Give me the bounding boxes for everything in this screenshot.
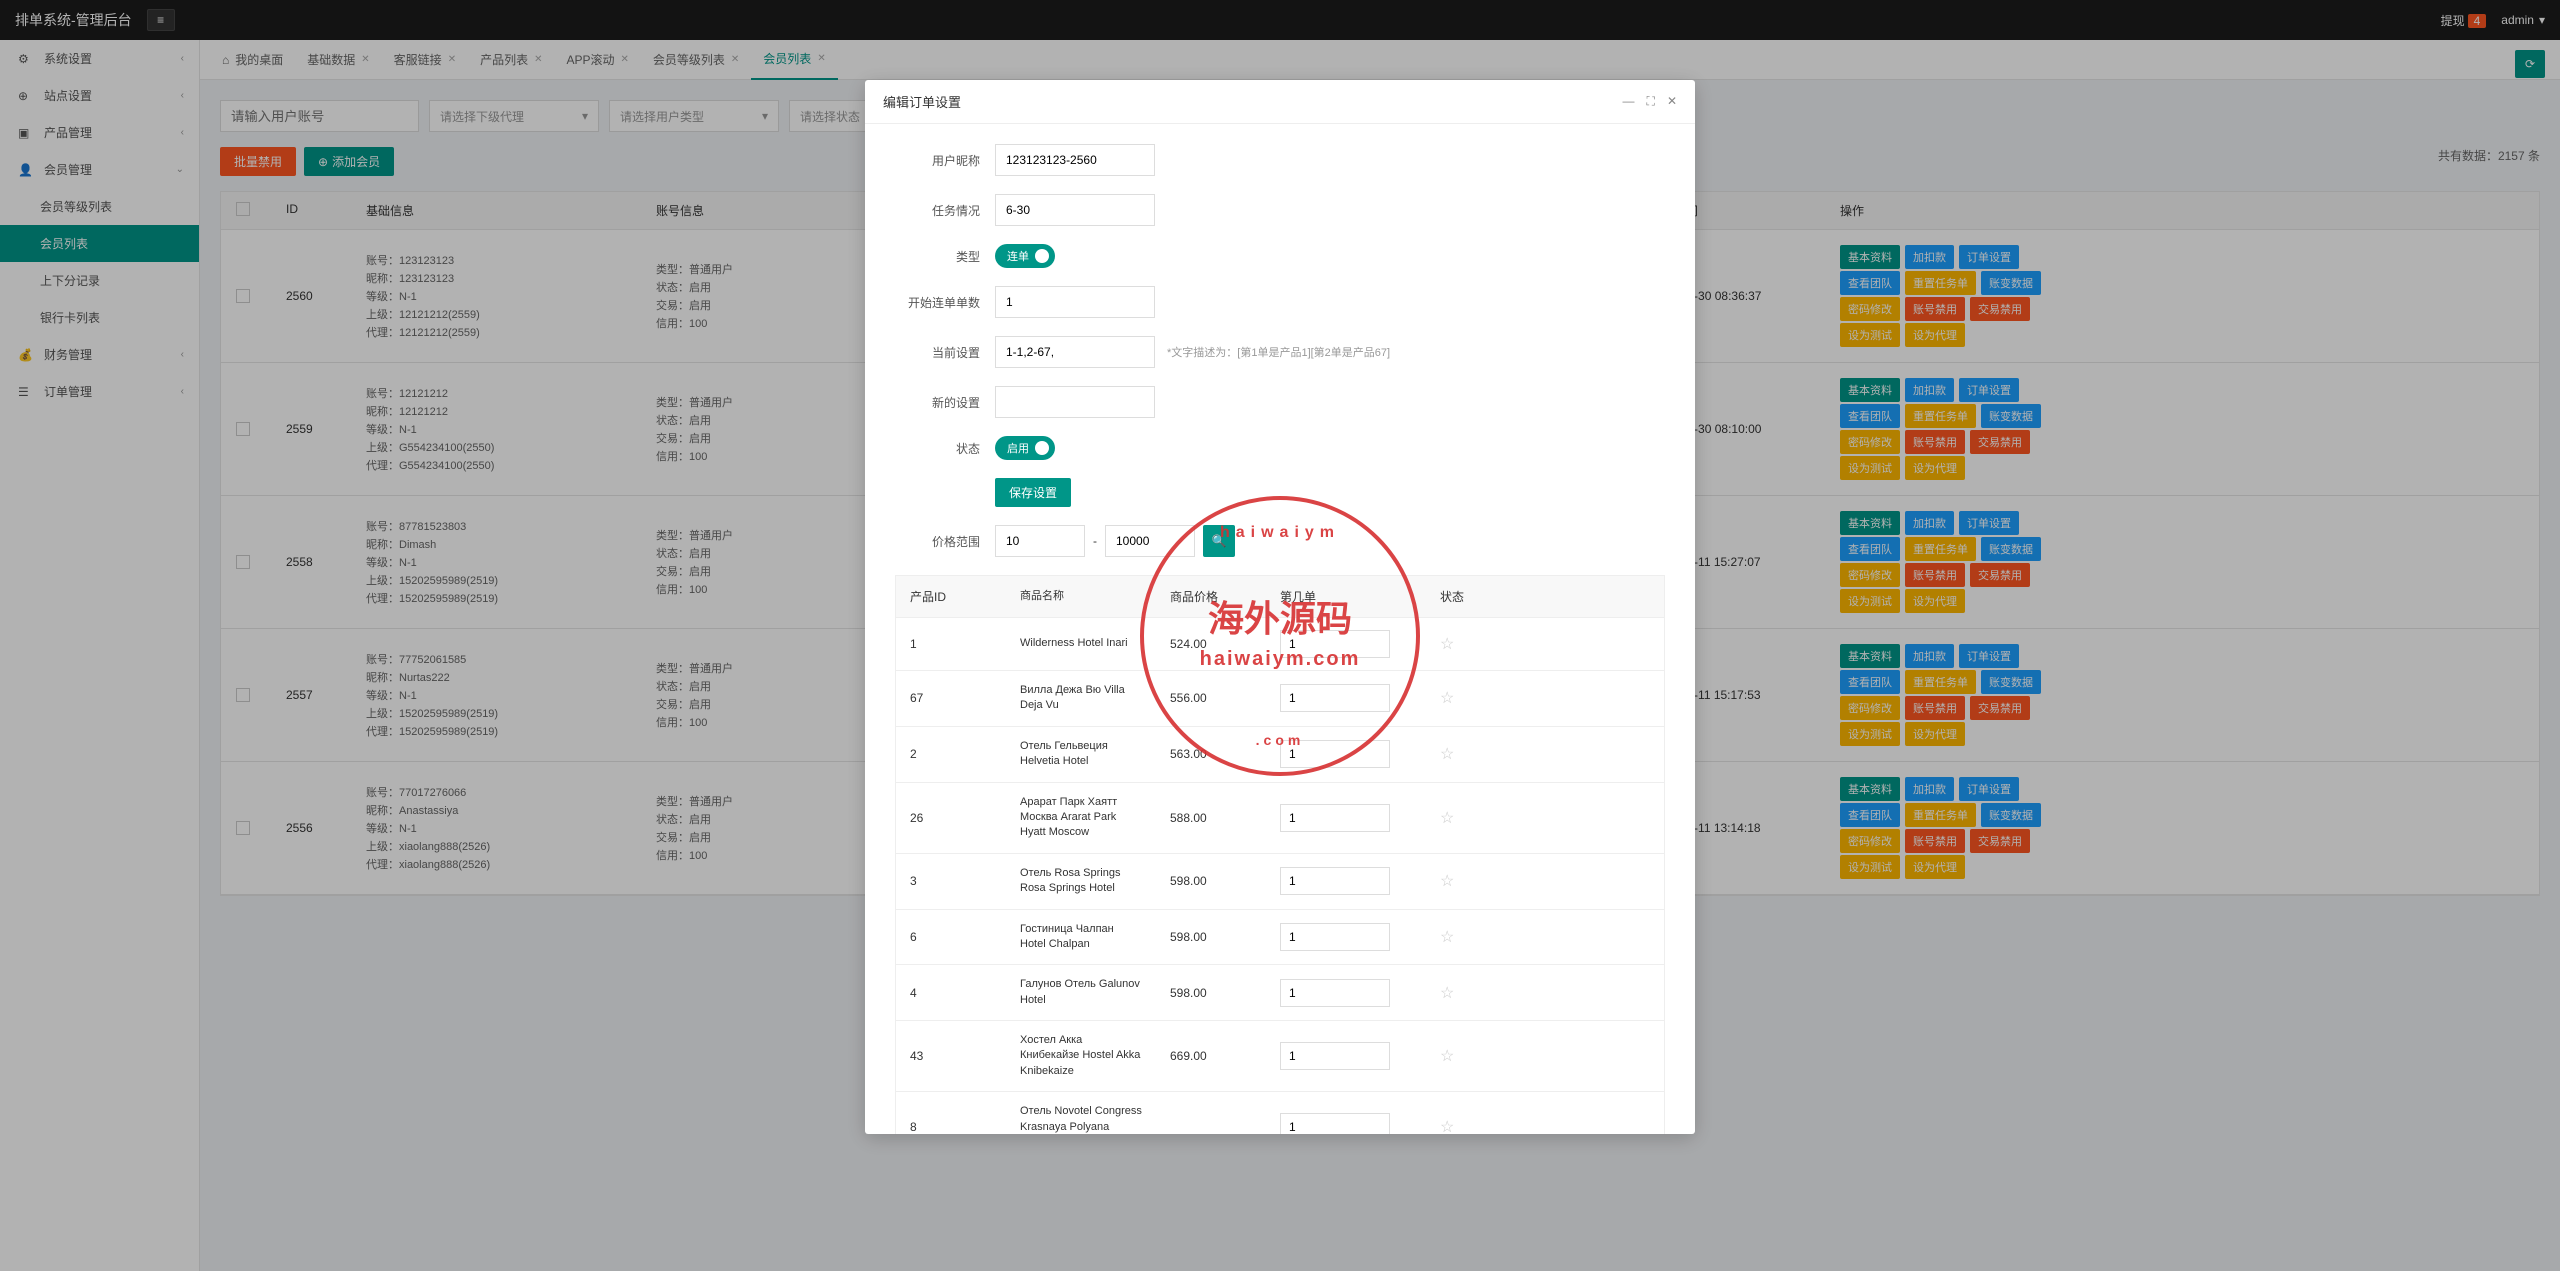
order-number-input[interactable] [1280, 804, 1390, 832]
star-icon[interactable]: ☆ [1440, 1046, 1454, 1066]
cell-product-name: Отель Гельвеция Helvetia Hotel [1006, 727, 1156, 782]
cell-product-name: Отель Novotel Congress Krasnaya Polyana … [1006, 1092, 1156, 1134]
order-number-input[interactable] [1280, 923, 1390, 951]
search-icon: 🔍 [1212, 534, 1227, 548]
cell-product-price: 588.00 [1156, 783, 1266, 853]
star-icon[interactable]: ☆ [1440, 688, 1454, 708]
star-icon[interactable]: ☆ [1440, 1117, 1454, 1134]
product-table: 产品ID 商品名称 商品价格 第几单 状态 1 Wilderness Hotel… [895, 575, 1665, 1134]
cell-product-id: 2 [896, 727, 1006, 782]
cell-product-name: Арарат Парк Хаятт Москва Ararat Park Hya… [1006, 783, 1156, 853]
order-number-input[interactable] [1280, 867, 1390, 895]
order-number-input[interactable] [1280, 1113, 1390, 1134]
cell-product-price [1156, 1092, 1266, 1134]
price-min-input[interactable] [995, 525, 1085, 557]
current-setting-input[interactable] [995, 336, 1155, 368]
maximize-button[interactable]: ⛶ [1647, 94, 1655, 109]
cell-product-name: Гостиница Чалпан Hotel Chalpan [1006, 910, 1156, 965]
cell-product-id: 4 [896, 965, 1006, 1020]
save-button[interactable]: 保存设置 [995, 478, 1071, 507]
cell-product-id: 6 [896, 910, 1006, 965]
cell-product-name: Галунов Отель Galunov Hotel [1006, 965, 1156, 1020]
cell-product-name: Хостел Акка Книбекайзе Hostel Akka Knibe… [1006, 1021, 1156, 1091]
product-row: 3 Отель Rosa Springs Rosa Springs Hotel … [896, 853, 1664, 909]
product-row: 2 Отель Гельвеция Helvetia Hotel 563.00 … [896, 726, 1664, 782]
star-icon[interactable]: ☆ [1440, 927, 1454, 947]
user-nickname-input[interactable] [995, 144, 1155, 176]
order-number-input[interactable] [1280, 684, 1390, 712]
cell-product-id: 67 [896, 671, 1006, 726]
cell-product-price: 563.00 [1156, 727, 1266, 782]
cell-product-id: 26 [896, 783, 1006, 853]
search-button[interactable]: 🔍 [1203, 525, 1235, 557]
star-icon[interactable]: ☆ [1440, 744, 1454, 764]
status-switch[interactable]: 启用 [995, 436, 1055, 460]
cell-product-price: 524.00 [1156, 618, 1266, 670]
new-setting-input[interactable] [995, 386, 1155, 418]
order-number-input[interactable] [1280, 740, 1390, 768]
order-settings-modal: 编辑订单设置 — ⛶ ✕ 用户昵称 任务情况 类型连单 开始连单单数 当前设置*… [865, 80, 1695, 1134]
current-hint: *文字描述为：[第1单是产品1][第2单是产品67] [1167, 344, 1390, 360]
product-row: 67 Вилла Дежа Вю Villa Deja Vu 556.00 ☆ [896, 670, 1664, 726]
cell-product-price: 669.00 [1156, 1021, 1266, 1091]
price-max-input[interactable] [1105, 525, 1195, 557]
product-row: 26 Арарат Парк Хаятт Москва Ararat Park … [896, 782, 1664, 853]
order-number-input[interactable] [1280, 979, 1390, 1007]
cell-product-id: 3 [896, 854, 1006, 909]
cell-product-id: 1 [896, 618, 1006, 670]
product-row: 1 Wilderness Hotel Inari 524.00 ☆ [896, 617, 1664, 670]
order-number-input[interactable] [1280, 1042, 1390, 1070]
product-row: 6 Гостиница Чалпан Hotel Chalpan 598.00 … [896, 909, 1664, 965]
close-button[interactable]: ✕ [1667, 94, 1677, 109]
task-input[interactable] [995, 194, 1155, 226]
cell-product-price: 598.00 [1156, 965, 1266, 1020]
order-number-input[interactable] [1280, 630, 1390, 658]
cell-product-price: 556.00 [1156, 671, 1266, 726]
start-num-input[interactable] [995, 286, 1155, 318]
product-row: 43 Хостел Акка Книбекайзе Hostel Akka Kn… [896, 1020, 1664, 1091]
star-icon[interactable]: ☆ [1440, 983, 1454, 1003]
star-icon[interactable]: ☆ [1440, 808, 1454, 828]
minimize-button[interactable]: — [1623, 94, 1635, 109]
cell-product-id: 8 [896, 1092, 1006, 1134]
modal-title: 编辑订单设置 [883, 92, 961, 111]
cell-product-name: Wilderness Hotel Inari [1006, 618, 1156, 670]
cell-product-price: 598.00 [1156, 910, 1266, 965]
cell-product-id: 43 [896, 1021, 1006, 1091]
star-icon[interactable]: ☆ [1440, 634, 1454, 654]
cell-product-name: Отель Rosa Springs Rosa Springs Hotel [1006, 854, 1156, 909]
product-row: 8 Отель Novotel Congress Krasnaya Polyan… [896, 1091, 1664, 1134]
star-icon[interactable]: ☆ [1440, 871, 1454, 891]
product-row: 4 Галунов Отель Galunov Hotel 598.00 ☆ [896, 964, 1664, 1020]
type-switch[interactable]: 连单 [995, 244, 1055, 268]
cell-product-price: 598.00 [1156, 854, 1266, 909]
cell-product-name: Вилла Дежа Вю Villa Deja Vu [1006, 671, 1156, 726]
